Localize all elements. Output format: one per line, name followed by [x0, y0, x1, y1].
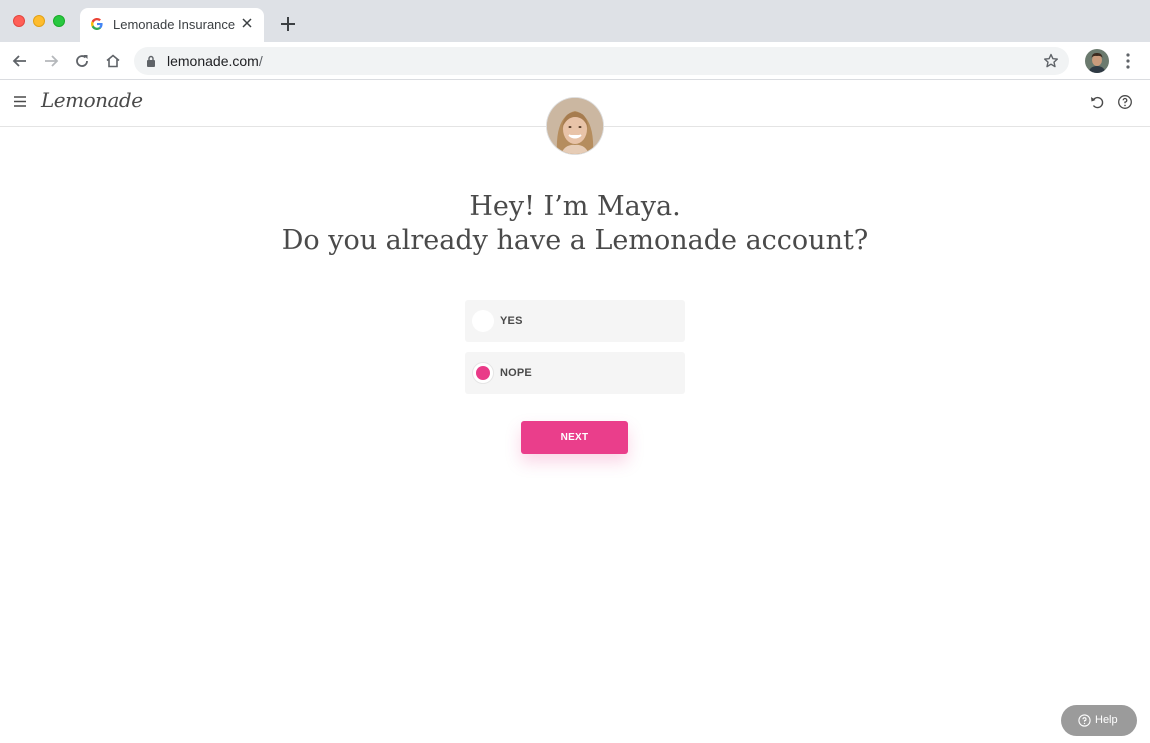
help-question-icon: [1078, 714, 1091, 727]
google-favicon-icon: [91, 18, 103, 30]
radio-nope[interactable]: [472, 362, 494, 384]
tab-title: Lemonade Insurance: [113, 17, 236, 32]
maya-avatar: [547, 98, 603, 154]
url-text: lemonade.com/: [167, 53, 263, 69]
undo-icon[interactable]: [1089, 94, 1105, 110]
bookmark-star-icon[interactable]: [1042, 52, 1060, 70]
option-nope[interactable]: NOPE: [465, 352, 685, 394]
lemonade-logo[interactable]: Lemonade: [41, 88, 143, 112]
hamburger-menu-icon[interactable]: [14, 96, 26, 107]
url-host: lemonade.com: [167, 53, 259, 69]
help-label: Help: [1095, 714, 1118, 726]
browser-tab-bar: Lemonade Insurance: [0, 0, 1150, 42]
option-yes[interactable]: YES: [465, 300, 685, 342]
back-arrow-icon[interactable]: [10, 51, 30, 71]
question-circle-icon[interactable]: [1117, 94, 1133, 110]
close-tab-icon[interactable]: [240, 16, 254, 30]
maya-portrait-icon: [547, 98, 603, 154]
maximize-window-button[interactable]: [53, 15, 65, 27]
browser-toolbar: lemonade.com/: [0, 42, 1150, 80]
radio-yes[interactable]: [472, 310, 494, 332]
greeting-text: Hey! I’m Maya.: [469, 191, 681, 222]
url-path: /: [258, 53, 263, 69]
question-headline: Hey! I’m Maya. Do you already have a Lem…: [0, 190, 1150, 258]
lock-icon: [147, 55, 155, 67]
profile-picture-icon: [1085, 49, 1109, 73]
help-button[interactable]: Help: [1061, 705, 1137, 736]
profile-avatar[interactable]: [1085, 49, 1109, 73]
reload-icon[interactable]: [72, 51, 92, 71]
address-bar[interactable]: lemonade.com/: [134, 47, 1069, 75]
question-text: Do you already have a Lemonade account?: [281, 225, 869, 256]
browser-menu-icon[interactable]: [1119, 51, 1137, 71]
option-yes-label: YES: [500, 315, 523, 327]
option-nope-label: NOPE: [500, 367, 532, 379]
home-icon[interactable]: [103, 51, 123, 71]
new-tab-icon[interactable]: [278, 14, 298, 34]
browser-tab[interactable]: Lemonade Insurance: [80, 8, 264, 42]
next-button[interactable]: NEXT: [521, 421, 628, 454]
minimize-window-button[interactable]: [33, 15, 45, 27]
forward-arrow-icon[interactable]: [41, 51, 61, 71]
close-window-button[interactable]: [13, 15, 25, 27]
